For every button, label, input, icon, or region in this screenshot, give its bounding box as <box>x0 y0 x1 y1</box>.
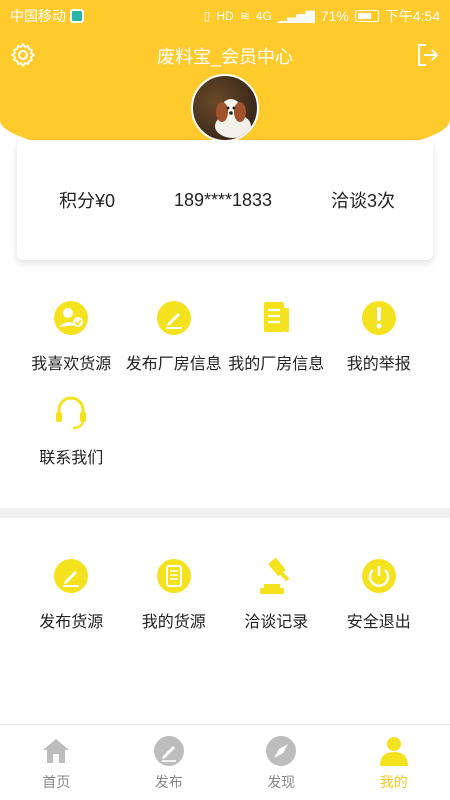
hd-icon: HD <box>216 9 234 23</box>
compass-icon <box>266 735 297 766</box>
battery-icon <box>354 10 379 22</box>
menu-item-my-factory[interactable]: 我的厂房信息 <box>225 298 328 374</box>
vibrate-icon: ▯ <box>203 9 211 23</box>
menu-item-publish-factory[interactable]: 发布厂房信息 <box>123 298 226 374</box>
menu-item-contact-us[interactable]: 联系我们 <box>20 392 123 468</box>
signal-icon: ▁▃▅▇ <box>277 9 315 23</box>
bottom-nav: 首页 发布 发现 我的 <box>0 724 450 800</box>
source-menu-grid: 发布货源 我的货源 洽谈记录 安全退出 <box>20 556 430 632</box>
edit-icon <box>54 559 89 593</box>
menu-item-publish-source[interactable]: 发布货源 <box>20 556 123 632</box>
nav-home[interactable]: 首页 <box>0 725 113 800</box>
exclamation-icon <box>361 301 396 335</box>
status-bar: 中国移动 ▯ HD ≋ 4G ▁▃▅▇ 71% 下午4:54 <box>0 0 450 32</box>
section-divider <box>0 508 450 518</box>
menu-label: 我的厂房信息 <box>228 356 325 373</box>
headset-icon <box>56 396 87 430</box>
nav-publish[interactable]: 发布 <box>113 725 226 800</box>
gavel-icon <box>260 558 290 594</box>
wifi-icon: ≋ <box>239 9 250 23</box>
menu-label: 我喜欢货源 <box>31 356 112 373</box>
nav-label: 发布 <box>154 773 183 790</box>
menu-label: 我的货源 <box>141 614 206 631</box>
power-icon <box>361 559 396 593</box>
menu-label: 发布厂房信息 <box>125 356 222 373</box>
sim-icon <box>70 9 84 23</box>
menu-label: 我的举报 <box>346 356 411 373</box>
menu-item-my-sources[interactable]: 我的货源 <box>123 556 226 632</box>
nav-mine[interactable]: 我的 <box>338 725 450 800</box>
menu-label: 安全退出 <box>346 614 411 631</box>
avatar[interactable] <box>191 74 259 142</box>
person-icon <box>379 736 408 766</box>
talks-count-text: 洽谈3次 <box>330 191 395 211</box>
network-type: 4G <box>255 9 272 23</box>
menu-item-my-reports[interactable]: 我的举报 <box>328 298 431 374</box>
phone-text: 189****1833 <box>173 189 273 210</box>
nav-discover[interactable]: 发现 <box>225 725 338 800</box>
home-icon <box>43 738 70 763</box>
clock: 下午4:54 <box>384 8 440 24</box>
member-menu-grid: 我喜欢货源 发布厂房信息 我的厂房信息 我的举报 联系我们 <box>20 298 430 468</box>
nav-label: 我的 <box>379 773 408 790</box>
battery-percent: 71% <box>320 8 349 24</box>
points-text: 积分¥0 <box>59 191 116 211</box>
carrier-text: 中国移动 <box>10 8 66 24</box>
nav-label: 首页 <box>42 773 71 790</box>
user-check-icon <box>54 301 89 335</box>
edit-icon <box>156 301 191 335</box>
member-info-card: 积分¥0 189****1833 洽谈3次 <box>17 140 433 260</box>
page-title: 废料宝_会员中心 <box>156 47 293 67</box>
logout-icon[interactable] <box>414 42 440 68</box>
menu-label: 发布货源 <box>39 614 104 631</box>
document-icon <box>264 302 290 332</box>
list-icon <box>156 559 191 593</box>
edit-icon <box>153 735 184 766</box>
menu-label: 联系我们 <box>39 450 104 467</box>
menu-item-favorite-sources[interactable]: 我喜欢货源 <box>20 298 123 374</box>
menu-label: 洽谈记录 <box>244 614 309 631</box>
menu-item-talk-records[interactable]: 洽谈记录 <box>225 556 328 632</box>
menu-item-safe-exit[interactable]: 安全退出 <box>328 556 431 632</box>
nav-label: 发现 <box>267 773 296 790</box>
